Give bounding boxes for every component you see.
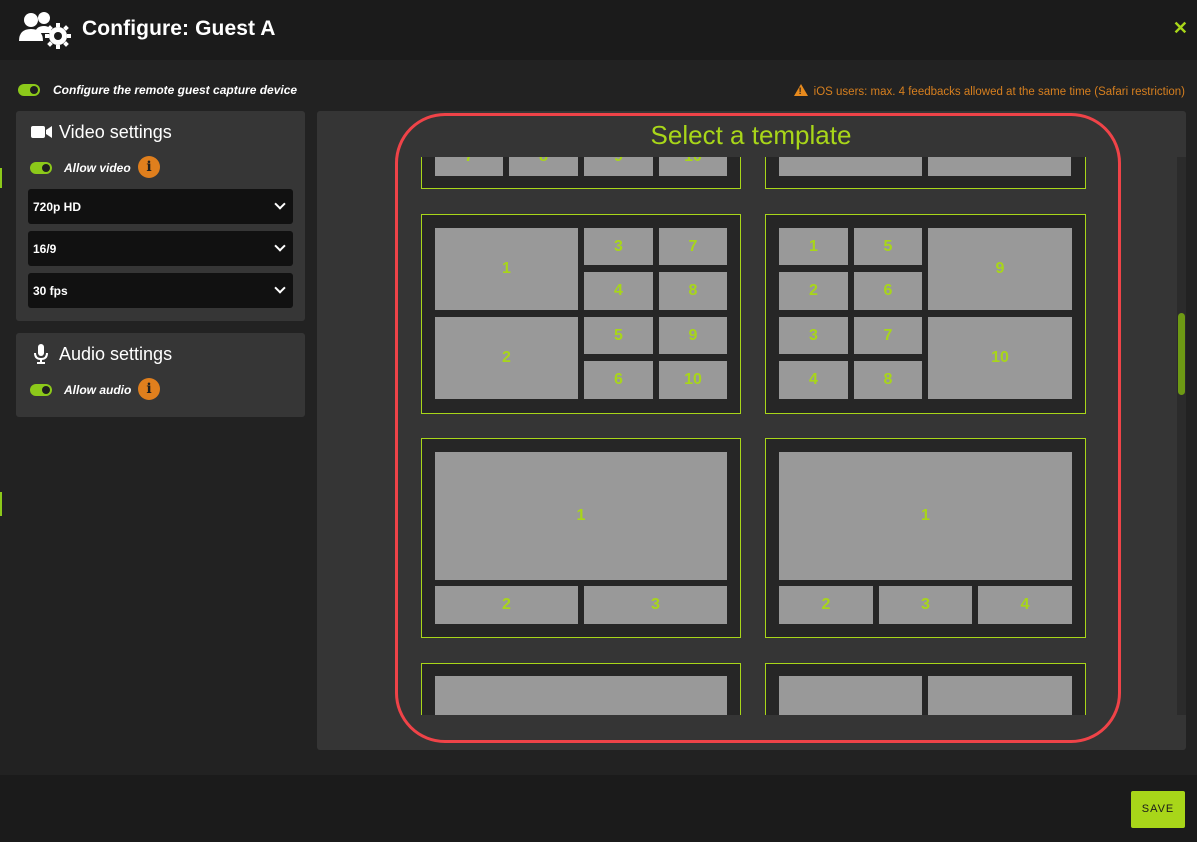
allow-video-label: Allow video (64, 161, 131, 175)
save-button[interactable]: SAVE (1131, 791, 1185, 828)
template-slot: 4 (978, 586, 1072, 624)
template-slot: 9 (584, 157, 653, 176)
template-slot: 6 (584, 361, 653, 399)
audio-settings-panel: Audio settings Allow audio i (16, 333, 305, 417)
template-slot: 5 (584, 317, 653, 354)
audio-settings-title: Audio settings (59, 344, 173, 364)
allow-video-toggle[interactable] (30, 162, 52, 174)
template-slot: 3 (779, 317, 848, 354)
template-card[interactable] (421, 663, 741, 715)
template-slot: 1 (435, 228, 578, 310)
template-list[interactable]: 7 8 9 10 1 2 3 4 5 6 7 8 9 10 1 2 3 4 (409, 157, 1177, 715)
left-edge-mark (0, 168, 2, 188)
template-scrollbar-thumb[interactable] (1178, 313, 1185, 395)
framerate-select[interactable]: 30 fps (28, 273, 293, 308)
warning-icon: ! (793, 84, 808, 96)
template-slot: 10 (659, 157, 727, 176)
template-slot: 2 (435, 317, 578, 399)
template-card[interactable] (765, 157, 1086, 189)
template-scrollbar[interactable] (1177, 157, 1186, 715)
template-slot: 6 (854, 272, 922, 310)
dialog-footer (0, 775, 1197, 842)
template-slot: 8 (659, 272, 727, 310)
remote-capture-toggle[interactable] (18, 84, 40, 96)
template-card[interactable]: 7 8 9 10 (421, 157, 741, 189)
template-slot: 2 (779, 586, 873, 624)
template-slot: 2 (779, 272, 848, 310)
template-card-1-plus-2[interactable]: 1 2 3 (421, 438, 741, 638)
close-icon[interactable]: ✕ (1173, 18, 1188, 39)
template-slot: 9 (928, 228, 1072, 310)
resolution-value: 720p HD (33, 200, 82, 214)
chevron-down-icon (274, 198, 286, 210)
template-card-10-grid-a[interactable]: 1 2 3 4 5 6 7 8 9 10 (421, 214, 741, 414)
template-slot: 7 (435, 157, 503, 176)
resolution-select[interactable]: 720p HD (28, 189, 293, 224)
template-slot: 4 (584, 272, 653, 310)
template-slot: 8 (854, 361, 922, 399)
chevron-down-icon (274, 240, 286, 252)
allow-audio-toggle[interactable] (30, 384, 52, 396)
dialog-title: Configure: Guest A (82, 17, 276, 40)
template-slot: 3 (879, 586, 972, 624)
template-slot: 4 (779, 361, 848, 399)
template-slot: 3 (584, 586, 727, 624)
template-slot (779, 157, 922, 176)
aspect-ratio-value: 16/9 (33, 242, 57, 256)
remote-capture-label: Configure the remote guest capture devic… (53, 83, 298, 97)
template-slot: 2 (435, 586, 578, 624)
allow-audio-label: Allow audio (64, 383, 132, 397)
template-slot (928, 676, 1072, 715)
dialog-header: Configure: Guest A ✕ (0, 0, 1197, 60)
template-slot (928, 157, 1071, 176)
template-slot: 10 (659, 361, 727, 399)
ios-warning-text: iOS users: max. 4 feedbacks allowed at t… (813, 86, 1185, 98)
template-card[interactable] (765, 663, 1086, 715)
aspect-ratio-select[interactable]: 16/9 (28, 231, 293, 266)
template-slot: 1 (779, 452, 1072, 580)
left-edge-mark (0, 492, 2, 516)
chevron-down-icon (274, 282, 286, 294)
microphone-icon (34, 344, 48, 364)
template-card-1-plus-3[interactable]: 1 2 3 4 (765, 438, 1086, 638)
template-slot (435, 676, 727, 715)
info-icon[interactable]: i (138, 378, 160, 400)
template-slot (779, 676, 922, 715)
guests-settings-icon (19, 12, 71, 49)
template-area-title: Select a template (650, 120, 852, 150)
template-slot: 10 (928, 317, 1072, 399)
template-slot: 5 (854, 228, 922, 265)
template-slot: 3 (584, 228, 653, 265)
template-slot: 1 (779, 228, 848, 265)
template-slot: 7 (659, 228, 727, 265)
template-slot: 7 (854, 317, 922, 354)
template-slot: 9 (659, 317, 727, 354)
framerate-value: 30 fps (33, 284, 68, 298)
template-card-10-grid-b[interactable]: 1 2 3 4 5 6 7 8 9 10 (765, 214, 1086, 414)
template-slot: 8 (509, 157, 578, 176)
template-slot: 1 (435, 452, 727, 580)
info-icon[interactable]: i (138, 156, 160, 178)
ios-warning: ! iOS users: max. 4 feedbacks allowed at … (793, 83, 1185, 98)
